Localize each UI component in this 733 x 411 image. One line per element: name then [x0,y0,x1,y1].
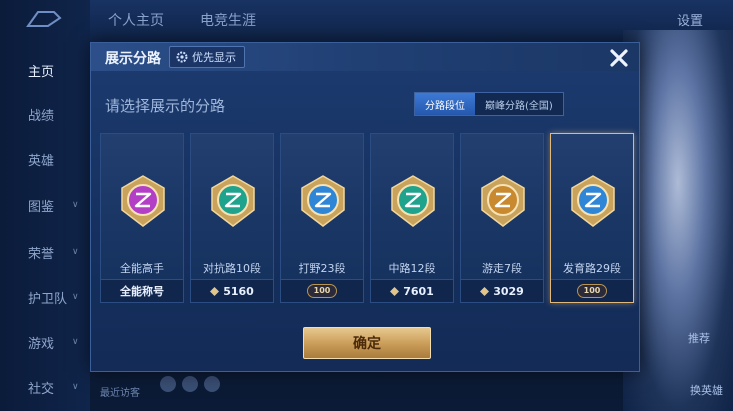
lane-card[interactable]: 发育路29段 100 [550,133,634,303]
priority-display-button[interactable]: 优先显示 [169,46,245,68]
rank-points-icon [480,286,490,296]
lane-card[interactable]: 中路12段 7601 [370,133,454,303]
rank-emblem-icon [571,175,615,227]
sidebar-item-label: 战绩 [28,108,55,124]
settings-button[interactable]: 设置 [677,10,703,29]
recent-visitors-label: 最近访客 [100,388,140,399]
level-badge: 100 [576,284,608,298]
sidebar-item-label: 游戏 [28,336,55,352]
sidebar-item-label: 英雄 [28,153,55,169]
gear-icon [176,51,188,63]
sidebar-item[interactable]: 游戏 ∨ [0,330,90,354]
lane-card-name: 全能高手 [120,262,164,275]
chevron-down-icon: ∨ [72,337,79,347]
rank-emblem-icon [481,175,525,227]
dialog-title: 展示分路 [105,51,161,67]
rank-points-icon [210,286,220,296]
lane-card[interactable]: 对抗路10段 5160 [190,133,274,303]
lane-card-footer: 100 [281,279,363,302]
lane-card-name: 中路12段 [388,262,436,275]
priority-display-label: 优先显示 [192,51,236,64]
sidebar-item-label: 荣誉 [28,246,55,262]
sidebar: 主页战绩英雄图鉴 ∨ 荣誉 ∨ 护卫队 ∨ 游戏 ∨ 社交 ∨ [0,0,90,411]
chevron-down-icon: ∨ [72,247,79,257]
close-button[interactable] [606,45,632,71]
lane-card[interactable]: 打野23段 100 [280,133,364,303]
switch-hero-button[interactable]: 换英雄 [690,382,723,398]
sidebar-item[interactable]: 图鉴 ∨ [0,193,90,217]
rank-points-value: 5160 [223,284,254,298]
visitor-avatar[interactable] [182,376,198,392]
rank-points-value: 7601 [403,284,434,298]
rank-points-icon [390,286,400,296]
sidebar-item[interactable]: 主页 [0,58,90,82]
rank-emblem-icon [391,175,435,227]
chevron-down-icon: ∨ [72,200,79,210]
lane-card-name: 对抗路10段 [203,262,261,275]
tab-esports[interactable]: 电竞生涯 [200,10,256,30]
lane-card-name: 打野23段 [298,262,346,275]
rank-emblem-icon [211,175,255,227]
chevron-down-icon: ∨ [72,292,79,302]
sidebar-item-label: 主页 [28,64,55,80]
sidebar-item[interactable]: 荣誉 ∨ [0,240,90,264]
lane-card-footer: 7601 [371,279,453,302]
sidebar-item[interactable]: 英雄 [0,147,90,171]
sidebar-item[interactable]: 社交 ∨ [0,375,90,399]
tab-lane-rank[interactable]: 分路段位 [415,93,475,115]
lane-card[interactable]: 游走7段 3029 [460,133,544,303]
recommend-label[interactable]: 推荐 [688,330,710,346]
lane-mode-toggle: 分路段位 巅峰分路(全国) [414,92,564,116]
display-lane-dialog: 展示分路 优先显示 请选择展示的分路 分路段位 巅峰分路(全国) 全能高手全能称… [90,42,640,372]
sidebar-item-label: 社交 [28,381,55,397]
sidebar-item-label: 图鉴 [28,199,55,215]
visitor-avatar[interactable] [160,376,176,392]
lane-card-footer: 3029 [461,279,543,302]
confirm-button[interactable]: 确定 [303,327,431,359]
lane-card-footer: 全能称号 [101,279,183,302]
rank-points-value: 3029 [493,284,524,298]
visitor-avatar[interactable] [204,376,220,392]
rank-emblem-icon [301,175,345,227]
sidebar-item-label: 护卫队 [28,291,68,307]
sidebar-item[interactable]: 战绩 [0,102,90,126]
dialog-subtitle: 请选择展示的分路 [105,97,226,115]
dialog-header: 展示分路 优先显示 [91,43,639,71]
lane-card-footer: 100 [551,279,633,302]
close-icon [610,49,628,67]
title-label: 全能称号 [120,285,164,298]
lane-card-footer: 5160 [191,279,273,302]
tab-profile[interactable]: 个人主页 [108,10,164,30]
lane-card-name: 游走7段 [482,262,522,275]
sidebar-item[interactable]: 护卫队 ∨ [0,285,90,309]
lane-card-name: 发育路29段 [563,262,621,275]
tab-peak-lane[interactable]: 巅峰分路(全国) [475,93,563,115]
app-logo-icon [26,11,62,27]
level-badge: 100 [306,284,338,298]
chevron-down-icon: ∨ [72,382,79,392]
rank-emblem-icon [121,175,165,227]
lane-card[interactable]: 全能高手 全能称号 [100,133,184,303]
